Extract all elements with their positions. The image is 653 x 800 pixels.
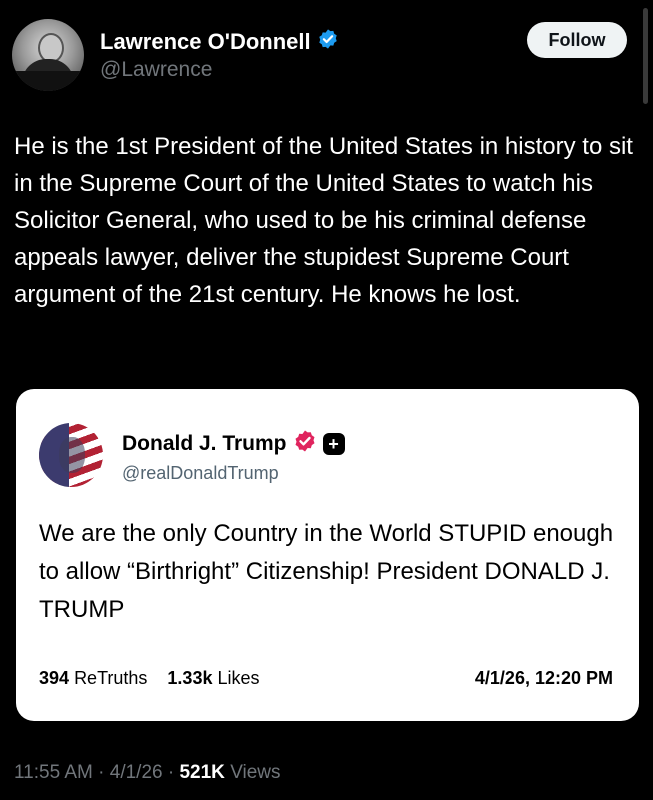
quoted-author-avatar[interactable] [39, 423, 103, 487]
likes-count: 1.33k [167, 668, 213, 688]
retruths-count: 394 [39, 668, 70, 688]
verified-badge-icon [317, 28, 339, 56]
author-name-row[interactable]: Lawrence O'Donnell [100, 28, 339, 56]
quoted-author-name-row: Donald J. Trump + [122, 429, 345, 459]
author-name[interactable]: Lawrence O'Donnell [100, 29, 311, 55]
author-handle[interactable]: @Lawrence [100, 58, 212, 82]
author-avatar[interactable] [12, 19, 84, 91]
quoted-post-card[interactable]: Donald J. Trump + @realDonaldTrump We ar… [16, 389, 639, 721]
quoted-author-handle: @realDonaldTrump [122, 463, 279, 483]
plus-badge-icon: + [322, 433, 345, 455]
meta-separator: · [167, 762, 175, 783]
post-time[interactable]: 11:55 AM [14, 762, 93, 783]
meta-separator: · [98, 762, 105, 783]
verified-badge-icon [293, 429, 317, 459]
quoted-author-name: Donald J. Trump [122, 432, 287, 455]
likes-label: Likes [217, 668, 260, 688]
retruths-label: ReTruths [74, 668, 148, 688]
views-count: 521K [179, 762, 225, 783]
views-label: Views [230, 762, 281, 783]
follow-button[interactable]: Follow [527, 22, 627, 58]
quoted-post-text: We are the only Country in the World STU… [39, 520, 614, 623]
tweet-text: He is the 1st President of the United St… [14, 133, 633, 308]
likes-stat: 1.33k Likes [167, 668, 259, 689]
post-meta: 11:55 AM · 4/1/26 · 521K Views [14, 762, 281, 784]
retruths-stat: 394 ReTruths [39, 668, 147, 689]
quoted-post-stats: 394 ReTruths 1.33k Likes [39, 668, 260, 689]
post-date[interactable]: 4/1/26 [110, 762, 163, 783]
scrollbar[interactable] [643, 8, 648, 104]
quoted-post-date: 4/1/26, 12:20 PM [474, 668, 613, 688]
